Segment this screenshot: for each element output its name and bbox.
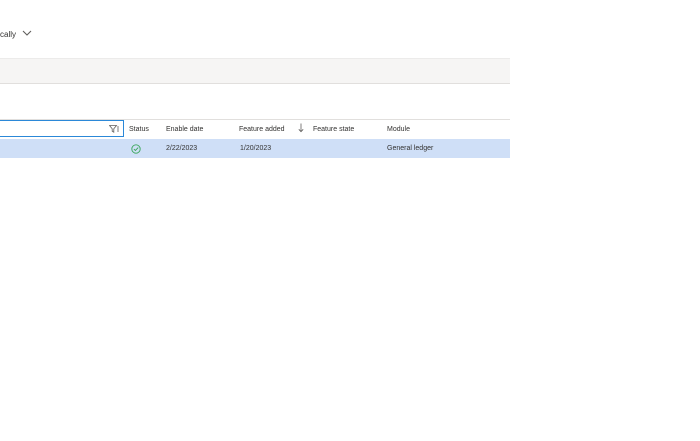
view-dropdown-label: tically [0,30,17,39]
table-row[interactable]: 2/22/2023 1/20/2023 General ledger [0,139,510,158]
view-dropdown[interactable]: tically [0,30,32,39]
column-header-status[interactable]: Status [129,120,149,139]
grid-header: Status Enable date Feature added Feature… [0,119,510,139]
column-header-enable-date[interactable]: Enable date [166,120,203,139]
cell-module: General ledger [387,145,434,152]
cell-enable-date: 2/22/2023 [166,145,198,152]
chevron-down-icon [22,30,32,39]
column-header-module[interactable]: Module [387,120,410,139]
check-circle-icon [131,144,141,156]
column-header-feature-state[interactable]: Feature state [313,120,354,139]
sort-descending-icon [298,123,304,135]
column-header-feature-added[interactable]: Feature added [239,120,285,139]
name-column-filter[interactable] [0,120,124,137]
action-pane-band [0,58,510,84]
cell-feature-added: 1/20/2023 [240,145,272,152]
filter-icon[interactable] [108,125,119,135]
